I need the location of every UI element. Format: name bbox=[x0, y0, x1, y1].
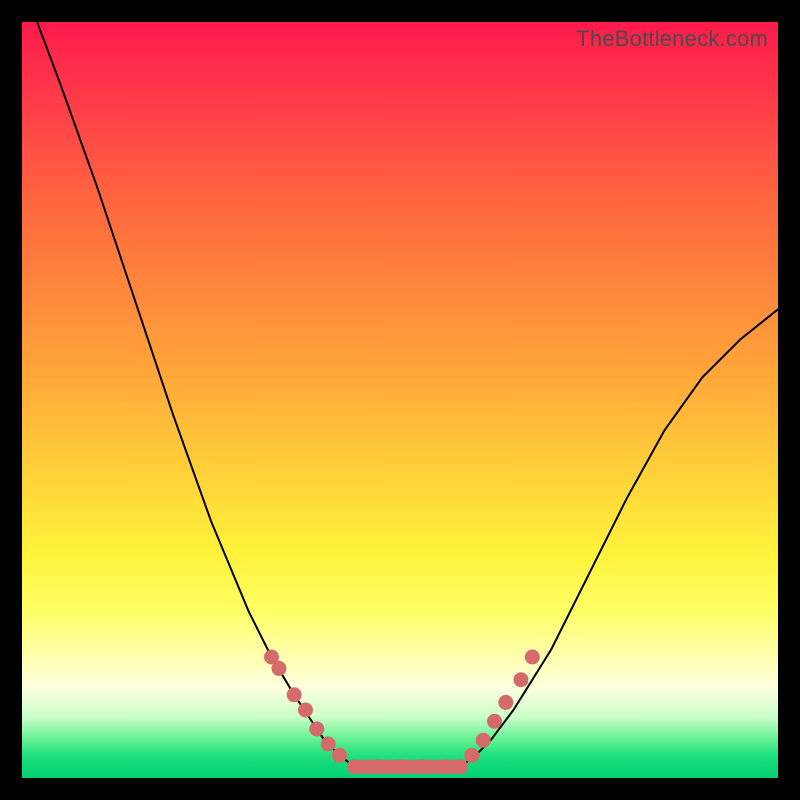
left-curve bbox=[37, 22, 355, 767]
highlight-dot-right bbox=[499, 695, 513, 709]
highlight-dot-right bbox=[525, 650, 539, 664]
watermark-text: TheBottleneck.com bbox=[576, 26, 768, 52]
highlight-dot-right bbox=[465, 748, 479, 762]
highlight-dot-bottom bbox=[370, 760, 384, 774]
chart-area: TheBottleneck.com bbox=[22, 22, 778, 778]
highlight-dot-right bbox=[488, 714, 502, 728]
highlight-dot-bottom bbox=[348, 760, 362, 774]
highlight-dot-left bbox=[299, 703, 313, 717]
highlight-dot-bottom bbox=[416, 760, 430, 774]
highlight-dot-left bbox=[333, 748, 347, 762]
highlight-dot-left bbox=[321, 737, 335, 751]
highlight-dot-left bbox=[310, 722, 324, 736]
highlight-dot-right bbox=[454, 760, 468, 774]
highlight-dot-right bbox=[514, 673, 528, 687]
bottleneck-curve-plot bbox=[22, 22, 778, 778]
highlight-dot-left bbox=[287, 688, 301, 702]
highlight-dot-bottom bbox=[393, 760, 407, 774]
highlight-dot-bottom bbox=[438, 760, 452, 774]
highlight-dot-right bbox=[476, 733, 490, 747]
highlight-dot-left bbox=[272, 661, 286, 675]
